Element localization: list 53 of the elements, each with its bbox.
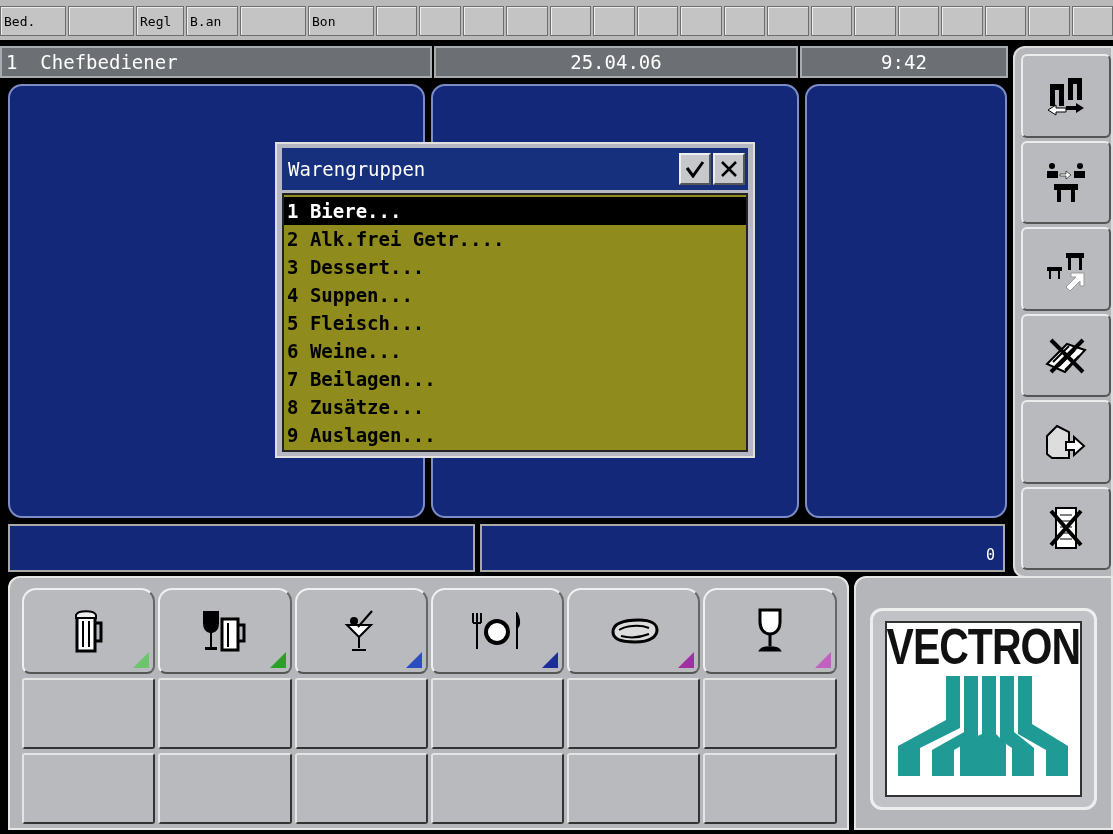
empty-key[interactable] (294, 753, 428, 824)
category-key[interactable] (22, 588, 156, 674)
close-button[interactable] (713, 153, 745, 185)
list-item[interactable]: 1 Biere... (284, 197, 746, 225)
empty-key[interactable] (703, 678, 837, 749)
empty-key[interactable] (567, 678, 701, 749)
logo-text: VECTRON (886, 622, 1080, 673)
crossed-document-icon (1048, 505, 1084, 552)
category-key[interactable] (703, 588, 837, 674)
list-item[interactable]: 7 Beilagen... (284, 365, 746, 393)
category-key[interactable] (294, 588, 428, 674)
empty-key[interactable] (22, 753, 156, 824)
empty-key[interactable] (158, 678, 292, 749)
category-key[interactable] (430, 588, 564, 674)
empty-status-field (240, 6, 306, 36)
empty-key[interactable] (294, 678, 428, 749)
list-item[interactable]: 6 Weine... (284, 337, 746, 365)
list-item[interactable]: 5 Fleisch... (284, 309, 746, 337)
function-button[interactable] (1021, 313, 1111, 397)
beer-mug-icon (73, 609, 104, 653)
empty-key[interactable] (430, 678, 564, 749)
status-field: Bon (308, 6, 374, 36)
category-key[interactable] (158, 588, 292, 674)
category-key[interactable] (567, 588, 701, 674)
empty-key[interactable] (430, 753, 564, 824)
list-item[interactable]: 8 Zusätze... (284, 393, 746, 421)
check-icon (685, 160, 705, 178)
total-amount: 0 (985, 546, 995, 564)
empty-key[interactable] (158, 753, 292, 824)
dialog-title: Warengruppen (288, 158, 426, 180)
empty-key[interactable] (703, 753, 837, 824)
list-item[interactable]: 3 Dessert... (284, 253, 746, 281)
function-button[interactable] (1021, 140, 1111, 224)
empty-key[interactable] (567, 753, 701, 824)
list-item[interactable]: 2 Alk.frei Getr.... (284, 225, 746, 253)
close-icon (720, 160, 738, 178)
empty-status-field (68, 6, 134, 36)
date-display: 25.04.06 (434, 46, 798, 78)
list-item[interactable]: 4 Suppen... (284, 281, 746, 309)
person-transfer-icon (1044, 160, 1088, 205)
list-item[interactable]: 9 Auslagen... (284, 421, 746, 449)
function-button[interactable] (1021, 54, 1111, 138)
status-field: B.an (186, 6, 238, 36)
logo-bars-icon (898, 676, 1069, 776)
status-field: Bed. (0, 6, 66, 36)
function-button[interactable] (1021, 400, 1111, 484)
function-button[interactable] (1021, 227, 1111, 311)
time-display: 9:42 (800, 46, 1008, 78)
operator-name: 1 Chefbediener (0, 46, 432, 78)
status-field: Regl (136, 6, 184, 36)
function-button[interactable] (1021, 486, 1111, 570)
empty-key[interactable] (22, 678, 156, 749)
confirm-button[interactable] (679, 153, 711, 185)
